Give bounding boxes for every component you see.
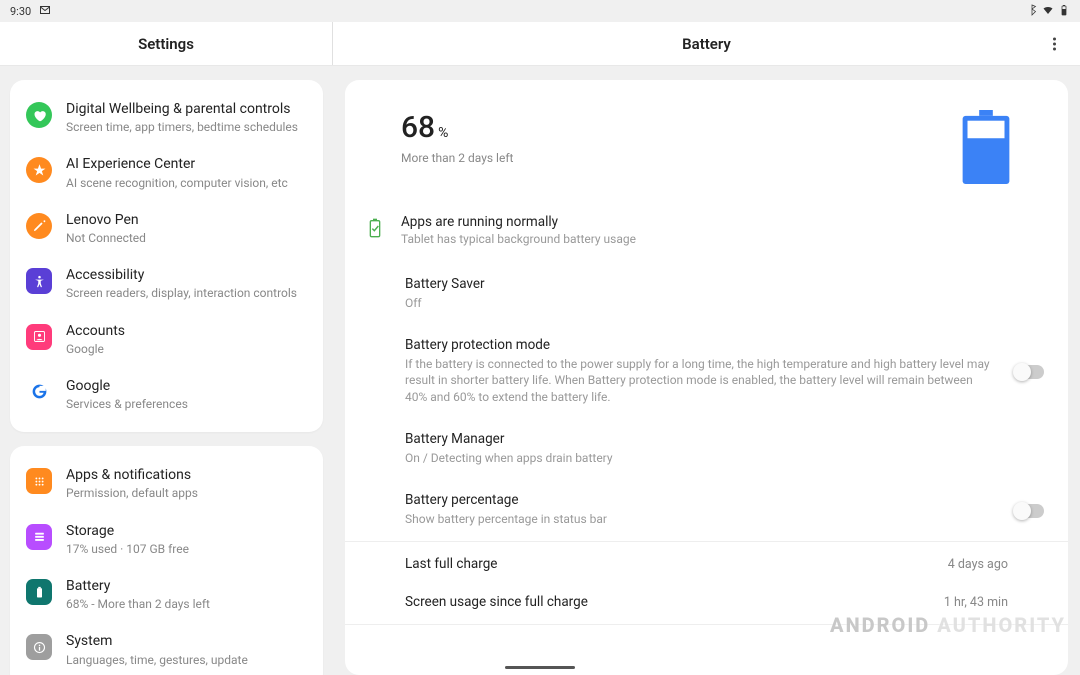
screen-usage-value: 1 hr, 43 min <box>944 595 1008 610</box>
bluetooth-icon <box>1026 4 1038 19</box>
battery-saver-row[interactable]: Battery Saver Off <box>345 264 1068 325</box>
sidebar-item-ai-experience[interactable]: AI Experience CenterAI scene recognition… <box>18 145 315 200</box>
sidebar-item-accessibility[interactable]: AccessibilityScreen readers, display, in… <box>18 256 315 311</box>
sidebar-item-battery[interactable]: Battery68% - More than 2 days left <box>18 567 315 622</box>
sidebar-item-google[interactable]: GoogleServices & preferences <box>18 367 315 422</box>
storage-icon <box>26 524 52 550</box>
nav-handle[interactable] <box>505 666 575 669</box>
sidebar-item-label: System <box>66 632 307 650</box>
status-time: 9:30 <box>10 5 31 18</box>
apps-icon <box>26 468 52 494</box>
header-right: Battery <box>333 22 1080 65</box>
info-icon <box>26 634 52 660</box>
sidebar-item-label: Battery <box>66 577 307 595</box>
content: 68% More than 2 days left Apps are runni… <box>333 66 1080 675</box>
sidebar-item-label: Accounts <box>66 322 307 340</box>
wellbeing-icon <box>26 102 52 128</box>
sidebar-item-label: Storage <box>66 522 307 540</box>
last-full-charge-row[interactable]: Last full charge 4 days ago <box>345 542 1068 586</box>
status-bar: 9:30 <box>0 0 1080 22</box>
battery-ok-icon <box>363 214 383 242</box>
battery-protection-toggle[interactable] <box>1014 365 1044 379</box>
battery-percentage-row[interactable]: Battery percentage Show battery percenta… <box>345 480 1068 541</box>
sidebar-item-digital-wellbeing[interactable]: Digital Wellbeing & parental controlsScr… <box>18 90 315 145</box>
sidebar-item-label: AI Experience Center <box>66 155 307 173</box>
sidebar-item-label: Digital Wellbeing & parental controls <box>66 100 307 118</box>
apps-status-row[interactable]: Apps are running normally Tablet has typ… <box>345 214 1068 264</box>
sidebar-item-label: Accessibility <box>66 266 307 284</box>
sidebar-item-apps[interactable]: Apps & notificationsPermission, default … <box>18 456 315 511</box>
header-left: Settings <box>0 22 333 65</box>
settings-title: Settings <box>138 35 194 53</box>
page-title: Battery <box>682 35 731 53</box>
percent-symbol: % <box>438 125 448 141</box>
sidebar-item-lenovo-pen[interactable]: Lenovo PenNot Connected <box>18 201 315 256</box>
sidebar-item-accounts[interactable]: AccountsGoogle <box>18 312 315 367</box>
apps-status-sub: Tablet has typical background battery us… <box>401 232 636 246</box>
divider <box>345 624 1068 625</box>
sidebar-group-1: Digital Wellbeing & parental controlsScr… <box>10 80 323 432</box>
dots-icon <box>1053 37 1056 40</box>
account-icon <box>26 324 52 350</box>
wifi-icon <box>1042 4 1054 19</box>
header: Settings Battery <box>0 22 1080 66</box>
battery-estimate: More than 2 days left <box>401 151 960 165</box>
battery-percentage-toggle[interactable] <box>1014 504 1044 518</box>
overflow-menu-button[interactable] <box>1045 27 1064 60</box>
star-icon <box>26 157 52 183</box>
battery-icon <box>26 579 52 605</box>
last-full-charge-value: 4 days ago <box>948 557 1008 572</box>
apps-status-title: Apps are running normally <box>401 214 636 230</box>
sidebar-group-2: Apps & notificationsPermission, default … <box>10 446 323 675</box>
sidebar-item-label: Lenovo Pen <box>66 211 307 229</box>
pen-icon <box>26 213 52 239</box>
accessibility-icon <box>26 268 52 294</box>
battery-hero: 68% More than 2 days left <box>345 88 1068 214</box>
sidebar-item-storage[interactable]: Storage17% used · 107 GB free <box>18 512 315 567</box>
battery-manager-row[interactable]: Battery Manager On / Detecting when apps… <box>345 419 1068 480</box>
battery-status-icon <box>1058 4 1070 19</box>
sidebar: Digital Wellbeing & parental controlsScr… <box>0 66 333 675</box>
google-icon <box>26 379 52 405</box>
battery-protection-row[interactable]: Battery protection mode If the battery i… <box>345 325 1068 419</box>
sidebar-item-system[interactable]: SystemLanguages, time, gestures, update <box>18 622 315 675</box>
mail-icon <box>39 4 51 19</box>
battery-percent: 68 <box>401 110 435 145</box>
battery-graphic <box>960 110 1012 184</box>
sidebar-item-label: Google <box>66 377 307 395</box>
screen-usage-row[interactable]: Screen usage since full charge 1 hr, 43 … <box>345 586 1068 624</box>
sidebar-item-label: Apps & notifications <box>66 466 307 484</box>
